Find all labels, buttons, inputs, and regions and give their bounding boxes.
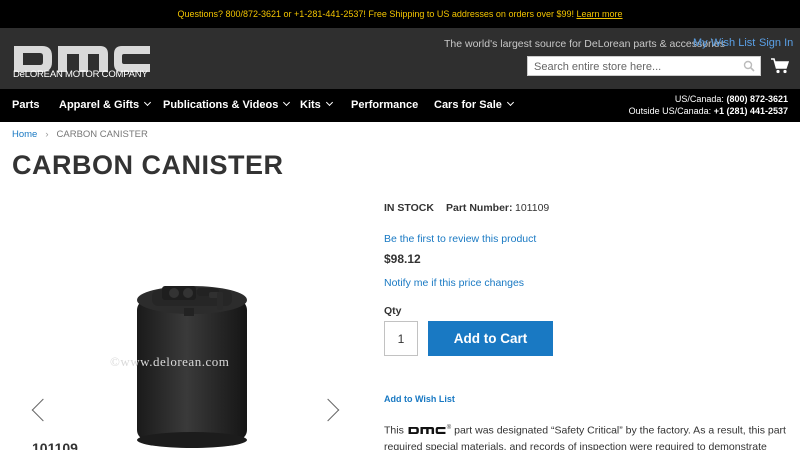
nav-item-parts[interactable]: Parts bbox=[12, 89, 40, 122]
phone-us-label: US/Canada: bbox=[674, 94, 724, 104]
phone-intl-number: +1 (281) 441-2537 bbox=[713, 106, 788, 116]
image-watermark: ©www.delorean.com bbox=[110, 354, 230, 369]
announcement-bar: Questions? 800/872-3621 or +1-281-441-25… bbox=[0, 0, 800, 28]
image-part-label: 101109 bbox=[32, 440, 78, 450]
breadcrumb-separator: › bbox=[45, 129, 49, 140]
chevron-down-icon bbox=[325, 98, 333, 107]
announcement-text: Questions? 800/872-3621 or +1-281-441-25… bbox=[177, 9, 574, 19]
nav-item-publications-videos[interactable]: Publications & Videos bbox=[163, 89, 291, 122]
learn-more-link[interactable]: Learn more bbox=[577, 9, 623, 19]
breadcrumb-home[interactable]: Home bbox=[12, 129, 37, 140]
phone-us-number: (800) 872-3621 bbox=[726, 94, 788, 104]
qty-label: Qty bbox=[384, 305, 402, 317]
product-image[interactable] bbox=[12, 190, 362, 450]
site-tagline: The world's largest source for DeLorean … bbox=[444, 38, 725, 50]
nav-item-kits[interactable]: Kits bbox=[300, 89, 333, 122]
search-icon[interactable] bbox=[743, 60, 755, 72]
part-number-label: Part Number: bbox=[446, 202, 513, 214]
nav-item-cars-for-sale[interactable]: Cars for Sale bbox=[434, 89, 514, 122]
breadcrumb-current: CARBON CANISTER bbox=[56, 129, 148, 140]
nav-item-performance[interactable]: Performance bbox=[351, 89, 418, 122]
price-alert-link[interactable]: Notify me if this price changes bbox=[384, 277, 524, 289]
search-box bbox=[527, 56, 761, 76]
product-description: This ® part was designated “Safety Criti… bbox=[384, 420, 790, 450]
search-input[interactable] bbox=[528, 58, 728, 76]
review-link[interactable]: Be the first to review this product bbox=[384, 233, 536, 245]
product-price: $98.12 bbox=[384, 252, 421, 266]
contact-phones: US/Canada: (800) 872-3621 Outside US/Can… bbox=[629, 93, 788, 117]
my-wishlist-link[interactable]: My Wish List bbox=[693, 37, 755, 49]
quantity-input[interactable] bbox=[384, 321, 418, 356]
site-header: DeLOREAN MOTOR COMPANY The world's large… bbox=[0, 28, 800, 89]
breadcrumb: Home › CARBON CANISTER bbox=[12, 129, 148, 140]
description-prefix: This bbox=[384, 424, 404, 437]
nav-item-apparel-gifts[interactable]: Apparel & Gifts bbox=[59, 89, 152, 122]
main-nav: Parts Apparel & Gifts Publications & Vid… bbox=[0, 89, 800, 122]
stock-status: IN STOCK bbox=[384, 202, 434, 214]
add-to-wishlist-link[interactable]: Add to Wish List bbox=[384, 394, 455, 404]
dmc-inline-logo bbox=[408, 426, 446, 434]
logo-subtitle: DeLOREAN MOTOR COMPANY bbox=[13, 69, 148, 80]
chevron-down-icon bbox=[283, 98, 291, 107]
sign-in-link[interactable]: Sign In bbox=[759, 37, 793, 49]
chevron-down-icon bbox=[506, 98, 514, 107]
add-to-cart-button[interactable]: Add to Cart bbox=[428, 321, 553, 356]
phone-intl-label: Outside US/Canada: bbox=[628, 106, 712, 116]
cart-icon[interactable] bbox=[771, 58, 789, 74]
part-number-value: 101109 bbox=[515, 202, 550, 214]
page-title: CARBON CANISTER bbox=[12, 150, 284, 180]
chevron-down-icon bbox=[144, 98, 152, 107]
product-gallery: ©www.delorean.com 101109 bbox=[12, 190, 362, 450]
